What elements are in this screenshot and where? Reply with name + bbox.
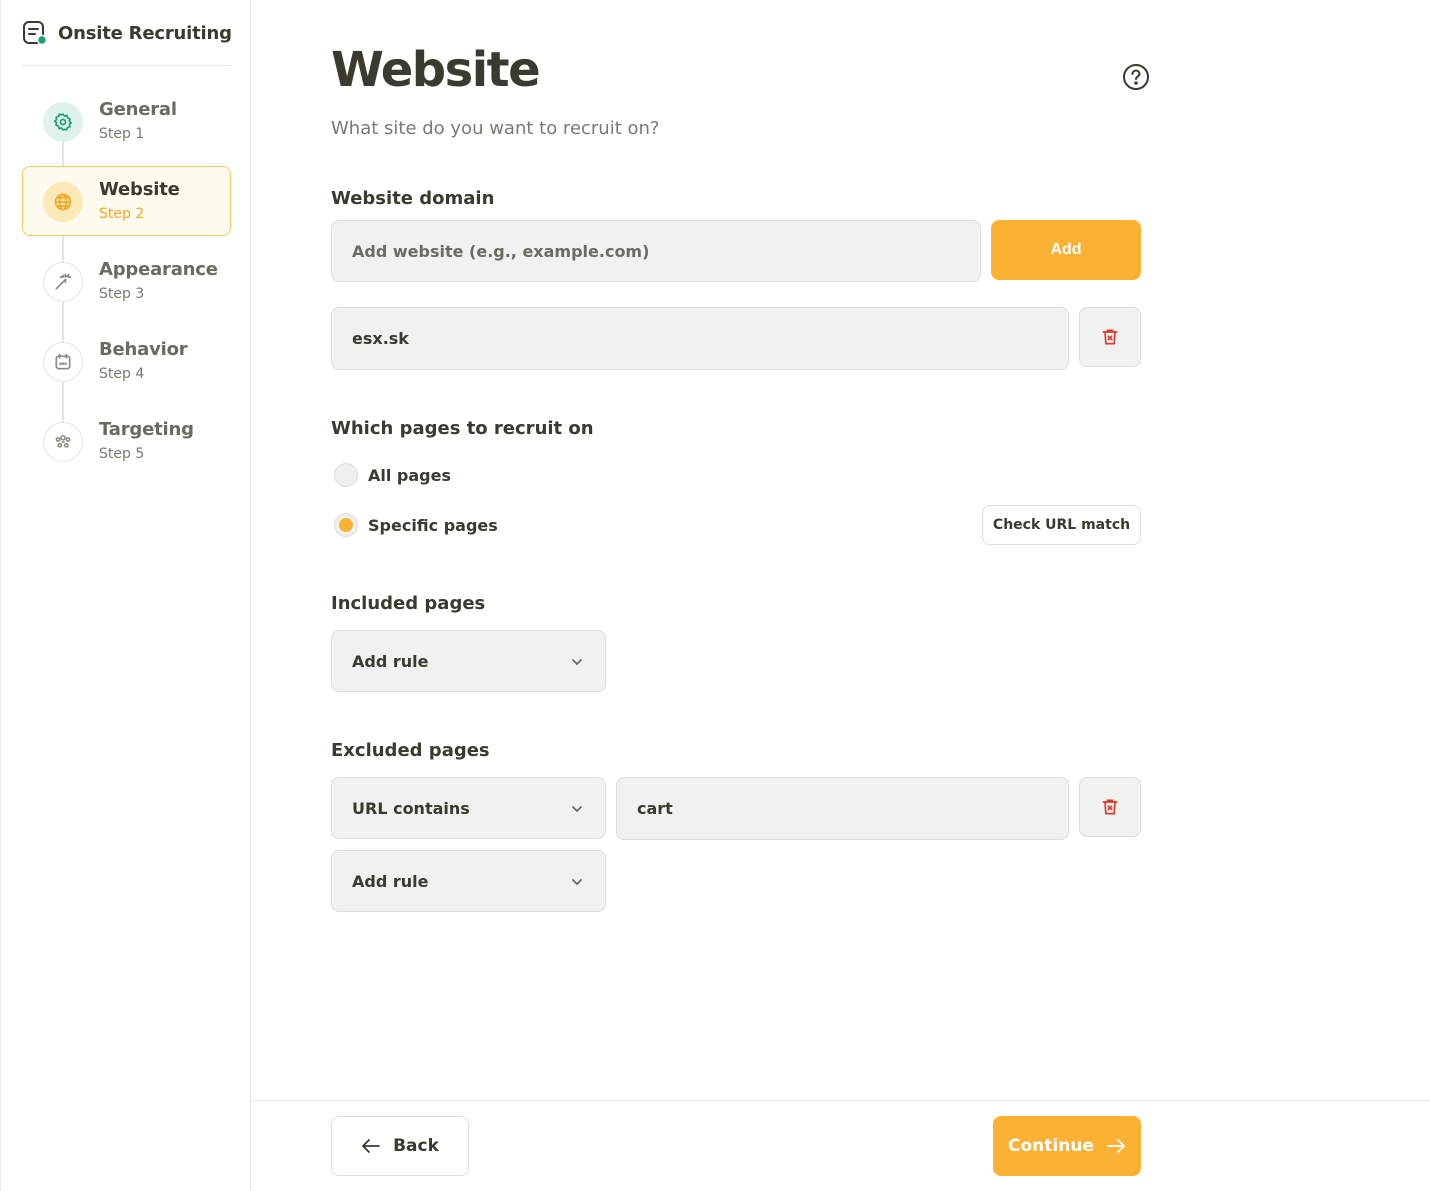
radio-button[interactable]: [334, 463, 358, 487]
step-icon-circle: [43, 422, 83, 462]
delete-excluded-rule-button[interactable]: [1079, 777, 1141, 837]
main-content: Website What site do you want to recruit…: [251, 0, 1430, 1100]
step-number: Step 4: [99, 366, 145, 382]
trash-icon: [1102, 329, 1118, 345]
select-value: Add rule: [352, 871, 429, 891]
included-pages-label: Included pages: [331, 593, 486, 614]
help-icon[interactable]: [1122, 63, 1150, 91]
radio-label: Specific pages: [368, 515, 498, 535]
step-text: Website Step 2: [99, 179, 180, 222]
step-appearance[interactable]: Appearance Step 3: [22, 246, 231, 316]
recruit-pages-label: Which pages to recruit on: [331, 418, 594, 439]
arrow-right-icon: [1107, 1139, 1125, 1153]
gear-icon: [53, 113, 73, 131]
step-name: Website: [99, 179, 180, 200]
chevron-down-icon: [572, 879, 582, 886]
step-list: General Step 1 Website Step 2 Appearance…: [22, 86, 231, 486]
domain-entry[interactable]: esx.sk: [331, 307, 1069, 370]
arrow-left-icon: [362, 1139, 380, 1153]
trash-icon: [1102, 799, 1118, 815]
step-name: Behavior: [99, 339, 188, 360]
delete-domain-button[interactable]: [1079, 307, 1141, 367]
survey-icon: [22, 20, 48, 46]
website-domain-label: Website domain: [331, 188, 495, 209]
back-button[interactable]: Back: [331, 1116, 469, 1176]
step-general[interactable]: General Step 1: [22, 86, 231, 156]
excluded-rule-value-input[interactable]: cart: [616, 777, 1069, 840]
step-name: Targeting: [99, 419, 194, 440]
sidebar: Onsite Recruiting General Step 1 Website…: [0, 0, 251, 1191]
select-value: URL contains: [352, 798, 470, 818]
step-text: Behavior Step 4: [99, 339, 188, 382]
select-value: Add rule: [352, 651, 429, 671]
step-name: Appearance: [99, 259, 218, 280]
radio-label: All pages: [368, 465, 451, 485]
globe-icon: [54, 193, 72, 211]
website-domain-input[interactable]: Add website (e.g., example.com): [331, 220, 981, 282]
page-subtitle: What site do you want to recruit on?: [331, 118, 660, 139]
step-website[interactable]: Website Step 2: [22, 166, 231, 236]
step-number: Step 5: [99, 446, 145, 462]
radio-specific-pages[interactable]: Specific pages: [334, 513, 498, 537]
step-text: Targeting Step 5: [99, 419, 194, 462]
sidebar-divider: [22, 65, 231, 66]
radio-button[interactable]: [334, 513, 358, 537]
page-title: Website: [331, 42, 541, 98]
step-icon-circle: [43, 262, 83, 302]
users-icon: [55, 435, 71, 448]
back-label: Back: [393, 1136, 439, 1156]
step-number: Step 2: [99, 206, 145, 222]
continue-button[interactable]: Continue: [993, 1116, 1141, 1176]
step-targeting[interactable]: Targeting Step 5: [22, 406, 231, 476]
brand: Onsite Recruiting: [22, 20, 232, 46]
magic-wand-icon: [55, 273, 72, 290]
check-url-match-button[interactable]: Check URL match: [982, 505, 1141, 545]
radio-all-pages[interactable]: All pages: [334, 463, 451, 487]
excluded-pages-label: Excluded pages: [331, 740, 490, 761]
step-number: Step 1: [99, 126, 145, 142]
app-title: Onsite Recruiting: [58, 22, 232, 44]
add-website-button[interactable]: Add: [991, 220, 1141, 280]
radio-selected-dot: [339, 518, 353, 532]
continue-label: Continue: [1008, 1136, 1094, 1156]
step-text: Appearance Step 3: [99, 259, 218, 302]
excluded-add-rule-select[interactable]: Add rule: [331, 850, 606, 912]
step-text: General Step 1: [99, 99, 177, 142]
footer-bar: Back Continue: [251, 1100, 1430, 1191]
step-name: General: [99, 99, 177, 120]
step-icon-circle: [43, 342, 83, 382]
step-icon-circle: [43, 182, 83, 222]
chevron-down-icon: [572, 659, 582, 666]
included-add-rule-select[interactable]: Add rule: [331, 630, 606, 692]
step-number: Step 3: [99, 286, 145, 302]
calendar-icon: [55, 353, 71, 370]
step-icon-circle: [43, 102, 83, 142]
excluded-rule-condition-select[interactable]: URL contains: [331, 777, 606, 839]
chevron-down-icon: [572, 806, 582, 813]
step-behavior[interactable]: Behavior Step 4: [22, 326, 231, 396]
